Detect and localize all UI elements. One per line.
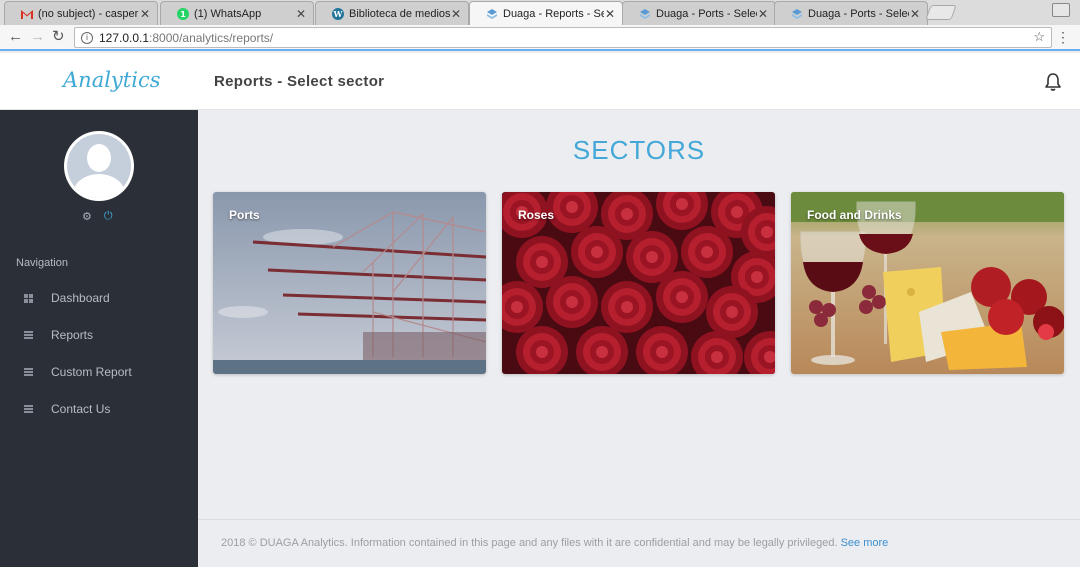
svg-text:1: 1 bbox=[180, 10, 186, 19]
card-label: Food and Drinks bbox=[807, 208, 902, 222]
profile-icon[interactable] bbox=[1052, 3, 1070, 17]
info-icon[interactable]: i bbox=[81, 31, 93, 44]
footer-text: 2018 © DUAGA Analytics. Information cont… bbox=[221, 537, 838, 549]
footer: 2018 © DUAGA Analytics. Information cont… bbox=[198, 519, 1080, 567]
sectors-heading: SECTORS bbox=[572, 135, 706, 165]
tab-title: (no subject) - casper1! bbox=[38, 7, 139, 20]
browser-toolbar: ← → ↻ i 127.0.0.1 :8000/analytics/report… bbox=[0, 25, 1080, 51]
dashboard-icon bbox=[24, 293, 33, 303]
page-title: Reports - Select sector bbox=[214, 73, 385, 90]
wordpress-icon: W bbox=[332, 7, 344, 20]
browser-tab-gmail[interactable]: (no subject) - casper1! ✕ bbox=[4, 1, 158, 25]
sidebar: ⚙ ⏻ Navigation Dashboard Reports Custom … bbox=[0, 110, 198, 567]
power-icon[interactable]: ⏻ bbox=[104, 210, 113, 223]
sidebar-item-dashboard[interactable]: Dashboard bbox=[0, 286, 198, 310]
notification-bell-icon[interactable] bbox=[1043, 72, 1063, 92]
gear-icon[interactable]: ⚙ bbox=[82, 210, 92, 223]
sector-card-food-and-drinks[interactable]: Food and Drinks bbox=[791, 192, 1064, 374]
list-icon bbox=[24, 330, 33, 340]
tab-title: Duaga - Ports - Select ‹ bbox=[656, 7, 757, 20]
url-path: :8000/analytics/reports/ bbox=[149, 30, 274, 45]
svg-text:W: W bbox=[333, 9, 344, 19]
reload-icon[interactable]: ↻ bbox=[52, 29, 65, 45]
duaga-icon bbox=[791, 8, 803, 20]
close-icon[interactable]: ✕ bbox=[909, 7, 921, 21]
duaga-icon bbox=[486, 8, 498, 20]
whatsapp-icon: 1 bbox=[177, 7, 189, 20]
back-arrow-icon[interactable]: ← bbox=[8, 29, 23, 45]
browser-tab-ports-2[interactable]: Duaga - Ports - Select ‹ ✕ bbox=[774, 1, 928, 25]
close-icon[interactable]: ✕ bbox=[757, 7, 769, 21]
sidebar-item-label: Reports bbox=[51, 328, 94, 342]
duaga-icon bbox=[639, 8, 651, 20]
browser-tab-whatsapp[interactable]: 1 (1) WhatsApp ✕ bbox=[160, 1, 314, 25]
browser-tab-bar: (no subject) - casper1! ✕ 1 (1) WhatsApp… bbox=[0, 0, 1080, 25]
nav-heading: Navigation bbox=[16, 257, 68, 269]
browser-tab-reports[interactable]: Duaga - Reports - Sele ✕ bbox=[469, 1, 623, 25]
see-more-link[interactable]: See more bbox=[841, 537, 889, 549]
tab-title: Biblioteca de medios ‹ bbox=[349, 7, 450, 20]
tab-title: Duaga - Reports - Sele bbox=[503, 7, 604, 20]
sidebar-item-label: Dashboard bbox=[51, 291, 110, 305]
sidebar-item-reports[interactable]: Reports bbox=[0, 323, 198, 347]
close-icon[interactable]: ✕ bbox=[450, 7, 462, 21]
sector-card-ports[interactable]: Ports bbox=[213, 192, 486, 374]
browser-tab-biblioteca[interactable]: W Biblioteca de medios ‹ ✕ bbox=[315, 1, 469, 25]
list-icon bbox=[24, 404, 33, 414]
card-label: Roses bbox=[518, 208, 555, 222]
sidebar-item-label: Custom Report bbox=[51, 365, 132, 379]
card-label: Ports bbox=[229, 208, 260, 222]
browser-menu-icon[interactable]: ⋮ bbox=[1056, 29, 1070, 46]
forward-arrow-icon[interactable]: → bbox=[30, 29, 45, 45]
sidebar-item-label: Contact Us bbox=[51, 402, 111, 416]
user-actions: ⚙ ⏻ bbox=[82, 210, 113, 223]
app-header: Analytics Reports - Select sector bbox=[0, 53, 1080, 110]
bookmark-star-icon[interactable]: ☆ bbox=[1033, 29, 1045, 45]
close-icon[interactable]: ✕ bbox=[139, 7, 151, 21]
sidebar-item-custom-report[interactable]: Custom Report bbox=[0, 360, 198, 384]
app-logo[interactable]: Analytics bbox=[63, 68, 160, 92]
address-bar[interactable]: i 127.0.0.1 :8000/analytics/reports/ ☆ bbox=[74, 27, 1052, 48]
tab-title: Duaga - Ports - Select ‹ bbox=[808, 7, 909, 20]
close-icon[interactable]: ✕ bbox=[295, 7, 307, 21]
avatar[interactable] bbox=[64, 131, 134, 201]
url-host: 127.0.0.1 bbox=[99, 30, 150, 45]
close-icon[interactable]: ✕ bbox=[604, 7, 616, 21]
browser-tab-ports[interactable]: Duaga - Ports - Select ‹ ✕ bbox=[622, 1, 776, 25]
gmail-icon bbox=[21, 8, 33, 20]
sector-card-roses[interactable]: Roses bbox=[502, 192, 775, 374]
tab-title: (1) WhatsApp bbox=[194, 7, 262, 20]
new-tab-button[interactable] bbox=[925, 5, 957, 20]
list-icon bbox=[24, 367, 33, 377]
sidebar-item-contact-us[interactable]: Contact Us bbox=[0, 397, 198, 421]
